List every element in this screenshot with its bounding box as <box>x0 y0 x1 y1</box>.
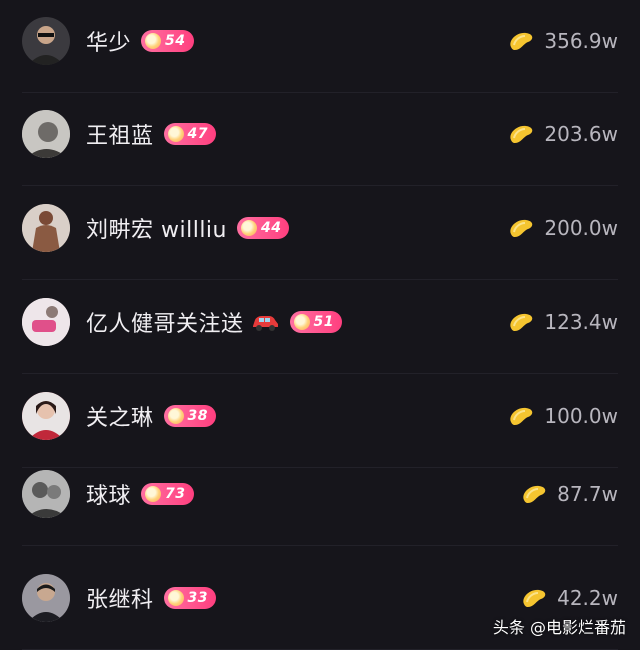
gift-amount: 42.2w <box>521 586 618 610</box>
level-text: 47 <box>187 126 208 142</box>
amount-text: 203.6w <box>544 122 618 146</box>
amount-text: 100.0w <box>544 404 618 428</box>
avatar[interactable] <box>22 470 70 518</box>
avatar[interactable] <box>22 392 70 440</box>
level-badge: 47 <box>163 123 216 145</box>
amount-text: 123.4w <box>544 310 618 334</box>
username-text: 关之琳 <box>86 406 154 431</box>
amount-text: 87.7w <box>557 482 618 506</box>
gold-bean-icon <box>508 30 534 52</box>
username-text: 王祖蓝 <box>86 124 154 149</box>
level-badge: 73 <box>141 483 194 505</box>
username: 刘畊宏 willliu 44 <box>86 212 290 244</box>
level-badge-icon <box>241 220 257 236</box>
username-text: 刘畊宏 willliu <box>86 218 227 243</box>
gold-bean-icon <box>508 123 534 145</box>
username-text: 华少 <box>86 31 132 56</box>
gold-bean-icon <box>521 587 547 609</box>
gold-bean-icon <box>508 405 534 427</box>
gold-bean-icon <box>508 311 534 333</box>
list-item[interactable]: 关之琳 38 100.0w <box>0 386 640 468</box>
username-text: 亿人健哥关注送 <box>86 312 244 337</box>
avatar[interactable] <box>22 17 70 65</box>
amount-text: 356.9w <box>544 29 618 53</box>
username: 华少 54 <box>86 25 194 57</box>
gift-amount: 203.6w <box>508 122 618 146</box>
level-text: 33 <box>187 590 208 606</box>
level-text: 38 <box>187 408 208 424</box>
username: 关之琳 38 <box>86 400 216 432</box>
amount-text: 200.0w <box>544 216 618 240</box>
list-item[interactable]: 球球 73 87.7w <box>0 464 640 546</box>
gift-amount: 200.0w <box>508 216 618 240</box>
gold-bean-icon <box>521 483 547 505</box>
level-badge-icon <box>167 590 184 606</box>
avatar[interactable] <box>22 204 70 252</box>
level-badge: 54 <box>141 30 194 52</box>
level-badge: 33 <box>163 587 216 609</box>
gold-bean-icon <box>508 217 534 239</box>
username: 亿人健哥关注送 51 <box>86 306 342 338</box>
username-text: 张继科 <box>86 588 154 613</box>
gift-amount: 123.4w <box>508 310 618 334</box>
watermark: 头条 @电影烂番茄 <box>492 618 626 637</box>
amount-text: 42.2w <box>557 586 618 610</box>
level-text: 54 <box>165 33 186 49</box>
username: 王祖蓝 47 <box>86 118 216 150</box>
level-badge-icon <box>293 314 310 330</box>
gift-amount: 87.7w <box>521 482 618 506</box>
level-badge: 38 <box>163 405 216 427</box>
level-badge-icon <box>145 33 162 49</box>
username: 球球 73 <box>86 478 194 510</box>
level-text: 44 <box>261 220 282 236</box>
gift-amount: 100.0w <box>508 404 618 428</box>
level-badge: 51 <box>289 311 342 333</box>
level-badge: 44 <box>237 217 290 239</box>
list-item[interactable]: 王祖蓝 47 203.6w <box>0 104 640 186</box>
list-item[interactable]: 刘畊宏 willliu 44 200.0w <box>0 198 640 280</box>
avatar[interactable] <box>22 298 70 346</box>
level-badge-icon <box>167 408 184 424</box>
level-text: 73 <box>165 486 186 502</box>
username-text: 球球 <box>86 484 132 509</box>
red-car-icon <box>250 312 280 332</box>
username: 张继科 33 <box>86 582 216 614</box>
list-item[interactable]: 亿人健哥关注送 51 123.4w <box>0 292 640 374</box>
gift-ranking-list: 华少 54 356.9w 王祖蓝 47 203.6w 刘畊宏 willliu 4… <box>0 0 640 650</box>
level-badge-icon <box>167 126 184 142</box>
level-badge-icon <box>145 486 162 502</box>
gift-amount: 356.9w <box>508 29 618 53</box>
level-text: 51 <box>313 314 334 330</box>
avatar[interactable] <box>22 574 70 622</box>
avatar[interactable] <box>22 110 70 158</box>
list-item[interactable]: 华少 54 356.9w <box>0 11 640 93</box>
